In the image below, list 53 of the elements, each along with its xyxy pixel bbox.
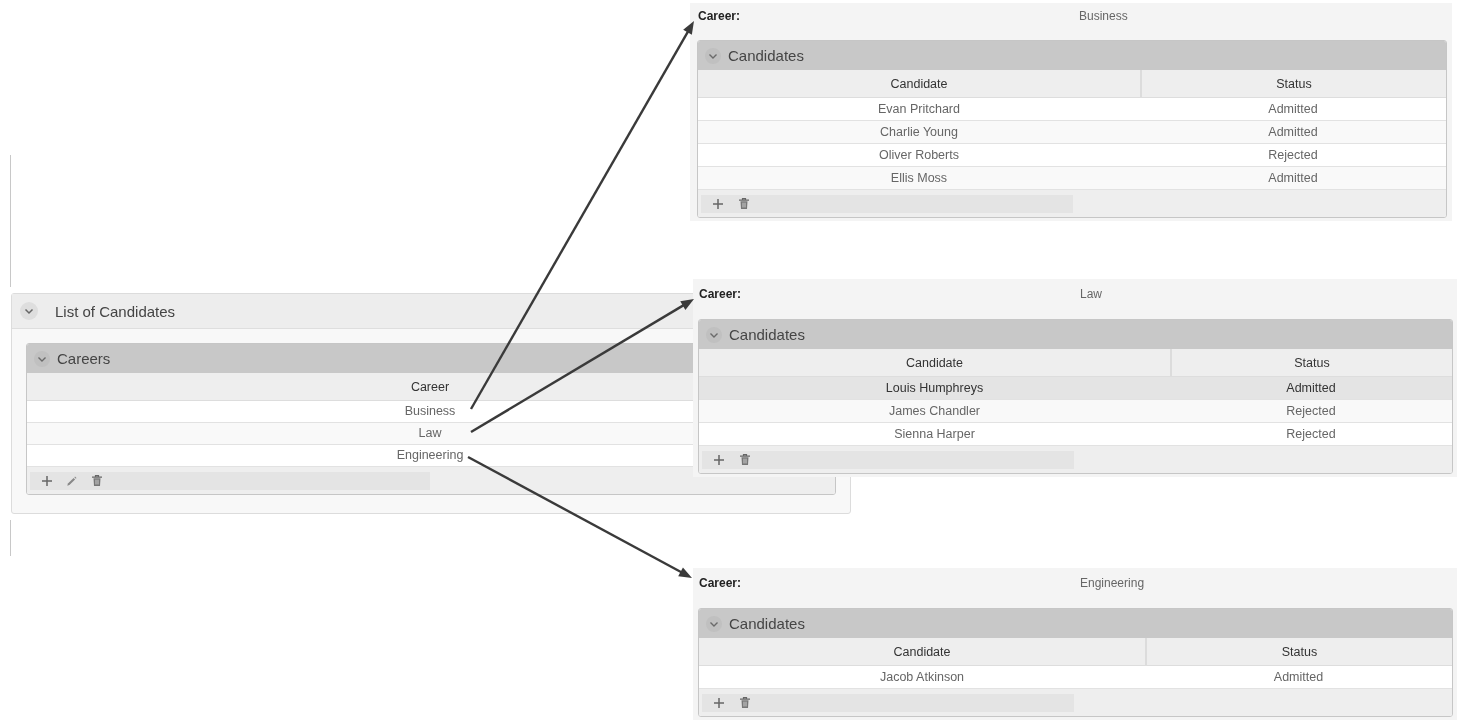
table-row[interactable]: James Chandler Rejected bbox=[699, 400, 1452, 423]
plus-icon[interactable] bbox=[713, 198, 723, 209]
table-cell-text: Oliver Roberts bbox=[878, 147, 960, 164]
table-cell-text: Louis Humphreys bbox=[884, 380, 985, 397]
chevron-icon[interactable] bbox=[705, 47, 721, 64]
chevron-icon[interactable] bbox=[706, 615, 722, 632]
table-panel-title: Careers bbox=[57, 350, 111, 367]
table-cell-text: Rejected bbox=[1267, 147, 1319, 164]
field-label: Career: bbox=[698, 287, 743, 301]
table-cell-text: James Chandler bbox=[888, 403, 981, 420]
column-header[interactable]: Candidate bbox=[698, 70, 1140, 97]
table-panel-title: Candidates bbox=[729, 615, 805, 632]
field-value: Business bbox=[1079, 9, 1128, 23]
field-label: Career: bbox=[698, 576, 743, 590]
table-row[interactable]: Louis Humphreys Admitted bbox=[699, 377, 1452, 400]
trash-icon[interactable] bbox=[740, 697, 750, 708]
table-cell: Engineering bbox=[396, 448, 464, 463]
table-cell: Law bbox=[418, 426, 442, 441]
panel-title: List of Candidates bbox=[55, 302, 176, 320]
table-cell-text: Admitted bbox=[1267, 124, 1319, 141]
trash-icon[interactable] bbox=[740, 454, 750, 465]
table-cell-text: Rejected bbox=[1285, 426, 1337, 443]
field-value: Law bbox=[1080, 287, 1102, 301]
table-row[interactable]: Law bbox=[27, 423, 693, 445]
table-cell-text: Rejected bbox=[1285, 403, 1337, 420]
table-cell-text: Admitted bbox=[1267, 101, 1319, 118]
table-cell-text: Jacob Atkinson bbox=[878, 669, 966, 686]
table-cell-text: Evan Pritchard bbox=[877, 101, 961, 118]
column-header[interactable]: Career bbox=[27, 373, 693, 400]
field-value: Engineering bbox=[1080, 576, 1145, 590]
table-cell-text: Admitted bbox=[1267, 170, 1319, 187]
plus-icon[interactable] bbox=[714, 697, 724, 708]
table-cell-text: Ellis Moss bbox=[889, 170, 949, 187]
table-cell-text: Charlie Young bbox=[879, 124, 959, 141]
column-header[interactable]: Candidate bbox=[699, 349, 1170, 376]
plus-icon[interactable] bbox=[42, 475, 52, 486]
table-cell: Business bbox=[404, 404, 456, 419]
trash-icon[interactable] bbox=[92, 475, 102, 486]
column-header[interactable]: Candidate bbox=[699, 638, 1145, 665]
pencil-icon[interactable] bbox=[67, 475, 77, 486]
table-cell-text: Admitted bbox=[1285, 380, 1337, 397]
chevron-icon[interactable] bbox=[34, 350, 50, 367]
table-panel-title: Candidates bbox=[729, 326, 805, 343]
table-cell-text: Admitted bbox=[1272, 669, 1325, 686]
table-row[interactable]: Charlie Young Admitted bbox=[698, 121, 1446, 144]
chevron-icon[interactable] bbox=[706, 326, 722, 343]
trash-icon[interactable] bbox=[739, 198, 749, 209]
chevron-icon[interactable] bbox=[20, 302, 38, 320]
plus-icon[interactable] bbox=[714, 454, 724, 465]
table-row[interactable]: Ellis Moss Admitted bbox=[698, 167, 1446, 190]
table-panel-title: Candidates bbox=[728, 47, 804, 64]
table-cell-text: Sienna Harper bbox=[893, 426, 976, 443]
field-label: Career: bbox=[697, 9, 742, 23]
